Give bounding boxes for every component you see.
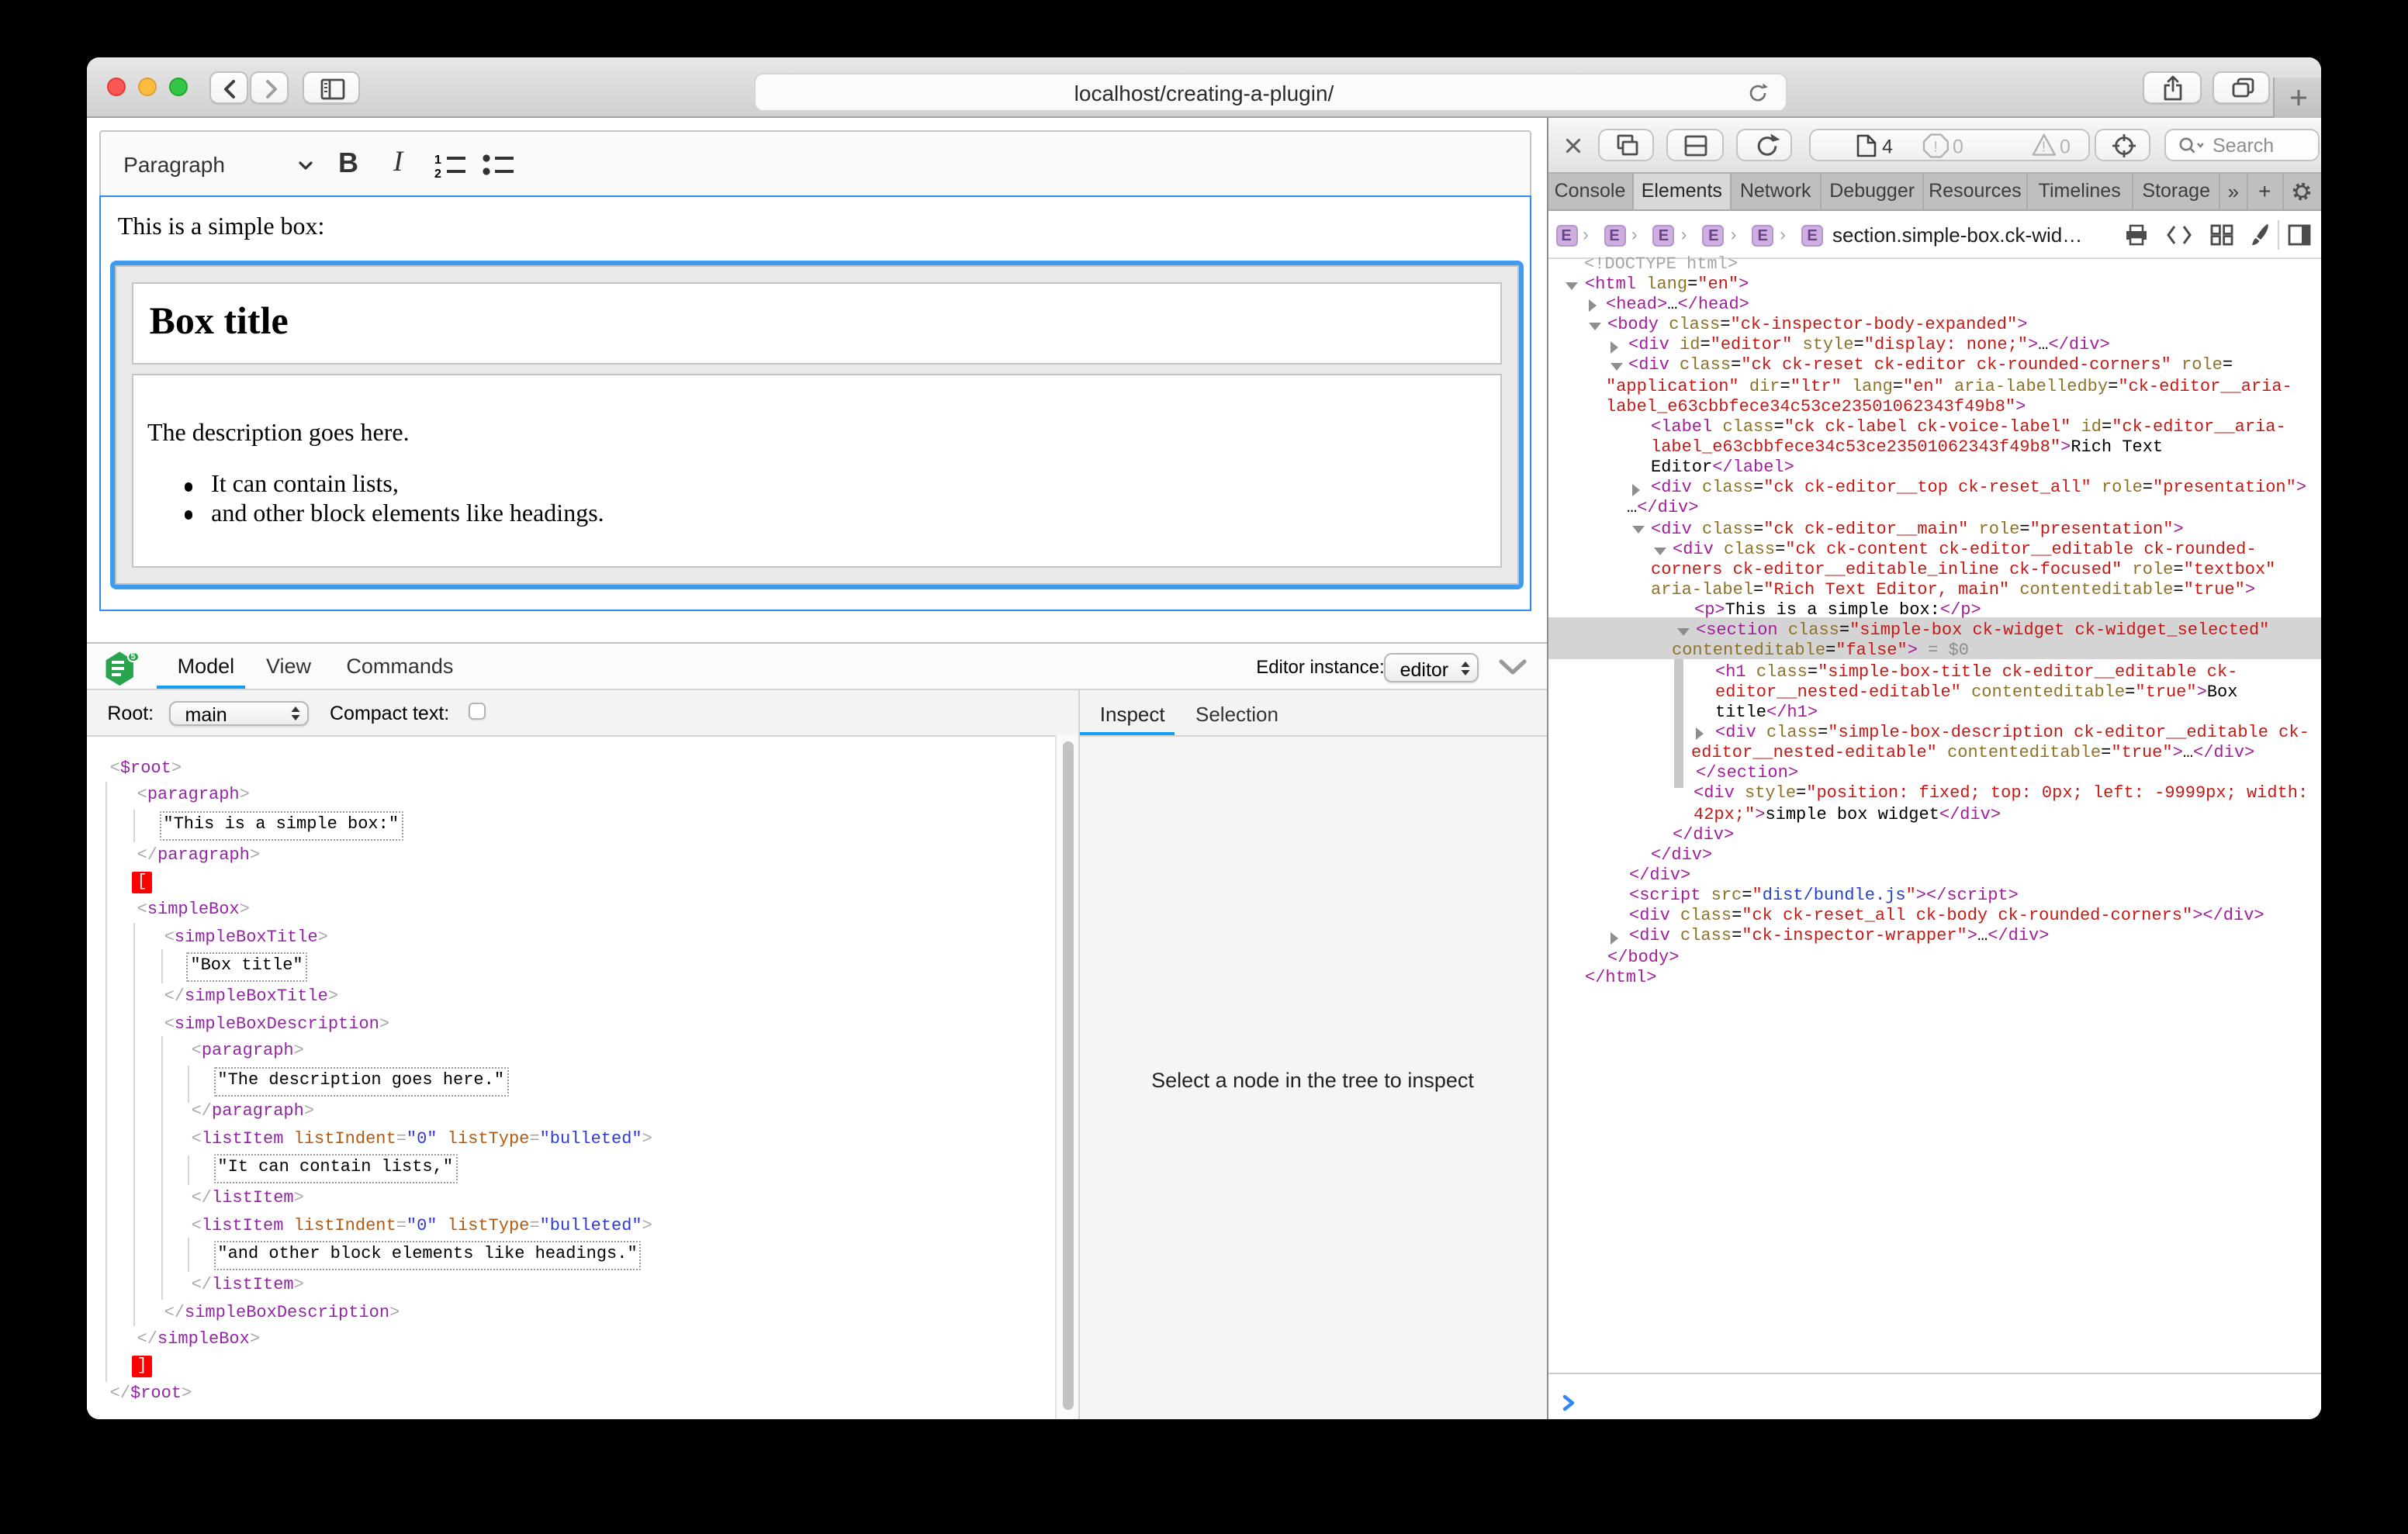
svg-text:0: 0 — [2060, 136, 2071, 157]
svg-text:2: 2 — [434, 168, 441, 178]
svg-text:0: 0 — [1953, 136, 1963, 157]
svg-text:1: 1 — [434, 154, 441, 167]
svg-text:!: ! — [1934, 139, 1938, 154]
svg-text:4: 4 — [1882, 136, 1893, 157]
svg-text:!: ! — [2042, 139, 2046, 154]
